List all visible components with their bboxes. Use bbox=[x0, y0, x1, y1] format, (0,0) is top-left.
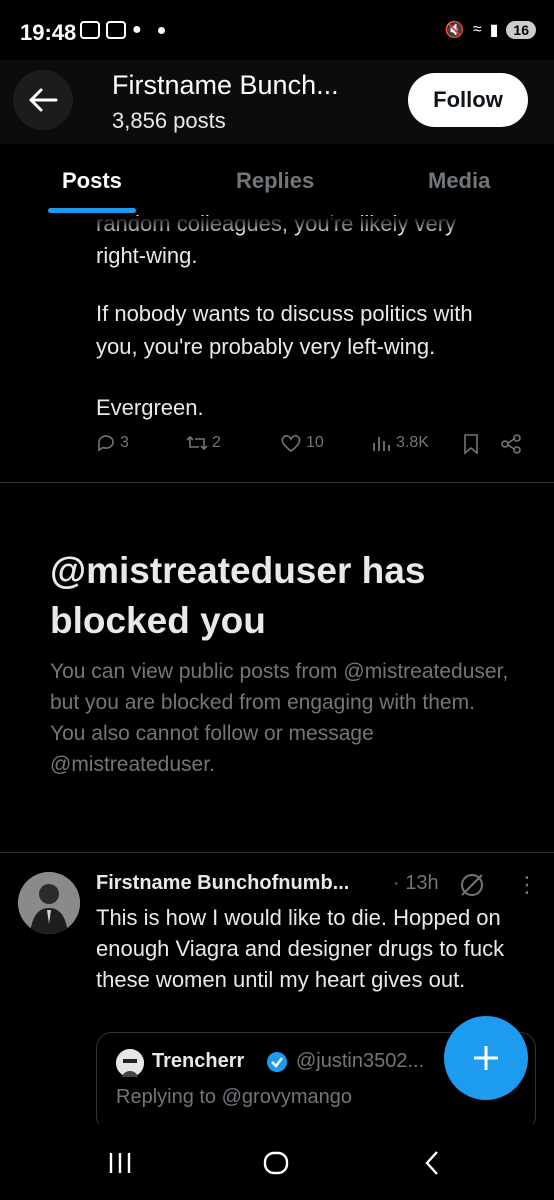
compose-button[interactable] bbox=[444, 1016, 528, 1100]
home-button[interactable] bbox=[256, 1146, 296, 1180]
post-text-line: Evergreen. bbox=[96, 395, 204, 420]
post-count: 3,856 posts bbox=[112, 108, 226, 133]
profile-name: Firstname Bunch... bbox=[112, 70, 339, 100]
post-text-line: If nobody wants to discuss politics with bbox=[96, 301, 473, 326]
repost-count: 2 bbox=[212, 434, 221, 451]
scroll-fade bbox=[0, 216, 554, 234]
status-bar: 19:48 ● 🔇 ≈ ▮ 16 bbox=[0, 0, 554, 60]
recent-apps-button[interactable] bbox=[100, 1146, 140, 1180]
avatar-image bbox=[18, 872, 80, 934]
more-notifications-icon bbox=[157, 26, 165, 34]
tweet-time: · 13h bbox=[393, 872, 439, 894]
notification-icons: ● bbox=[80, 21, 165, 39]
recent-apps-icon bbox=[109, 1153, 131, 1173]
tab-posts[interactable]: Posts bbox=[62, 168, 122, 194]
repost-icon bbox=[186, 435, 208, 451]
post-actions: 3 2 10 3.8K bbox=[96, 433, 526, 463]
home-icon bbox=[263, 1151, 289, 1175]
quoted-avatar bbox=[116, 1049, 144, 1077]
quoted-handle: @justin3502... bbox=[296, 1050, 425, 1072]
youtube-icon bbox=[106, 21, 126, 39]
reply-count: 3 bbox=[120, 434, 129, 451]
system-icons: 🔇 ≈ ▮ 16 bbox=[445, 20, 536, 40]
like-button[interactable]: 10 bbox=[280, 433, 324, 453]
status-time: 19:48 bbox=[20, 20, 77, 45]
views-button[interactable]: 3.8K bbox=[370, 433, 429, 453]
divider bbox=[0, 482, 554, 483]
quoted-replying-to: Replying to @grovymango bbox=[116, 1086, 352, 1108]
views-count: 3.8K bbox=[396, 434, 429, 451]
heart-icon bbox=[281, 435, 301, 453]
reply-icon bbox=[98, 435, 114, 452]
blocked-title: @mistreateduser has blocked you bbox=[50, 550, 426, 641]
reply-button[interactable]: 3 bbox=[96, 433, 129, 453]
views-icon bbox=[373, 437, 390, 451]
signal-icon: ▮ bbox=[489, 22, 499, 39]
plus-icon bbox=[474, 1046, 498, 1070]
wifi-icon: ≈ bbox=[472, 21, 482, 38]
follow-button[interactable]: Follow bbox=[408, 73, 528, 127]
share-icon bbox=[501, 434, 521, 454]
tab-media[interactable]: Media bbox=[428, 168, 490, 194]
system-back-button[interactable] bbox=[412, 1146, 452, 1180]
tweet-author-name[interactable]: Firstname Bunchofnumb... bbox=[96, 872, 349, 895]
quoted-author-name: Trencherr bbox=[152, 1050, 245, 1072]
back-button[interactable] bbox=[13, 70, 73, 130]
share-button[interactable] bbox=[500, 433, 522, 455]
post-text-line: right-wing. bbox=[96, 243, 198, 268]
like-count: 10 bbox=[306, 434, 324, 451]
bookmark-icon bbox=[464, 434, 478, 455]
battery-icon: 16 bbox=[506, 21, 536, 39]
tab-replies[interactable]: Replies bbox=[236, 168, 314, 194]
divider bbox=[0, 852, 554, 853]
snapchat-icon: ● bbox=[132, 21, 142, 38]
bookmark-button[interactable] bbox=[462, 433, 480, 455]
more-options-icon[interactable]: ⋮ bbox=[516, 872, 538, 898]
arrow-left-icon bbox=[29, 88, 58, 112]
avatar[interactable] bbox=[18, 872, 80, 934]
blocked-description: You can view public posts from @mistreat… bbox=[50, 660, 509, 776]
twitch-icon bbox=[80, 21, 100, 39]
chevron-left-icon bbox=[425, 1151, 438, 1175]
tweet-body: This is how I would like to die. Hopped … bbox=[96, 905, 505, 992]
mute-icon: 🔇 bbox=[444, 22, 465, 39]
repost-button[interactable]: 2 bbox=[186, 433, 221, 453]
post-text-line: you, you're probably very left-wing. bbox=[96, 334, 436, 359]
verified-badge-icon bbox=[267, 1052, 287, 1072]
grok-icon[interactable] bbox=[458, 871, 486, 899]
